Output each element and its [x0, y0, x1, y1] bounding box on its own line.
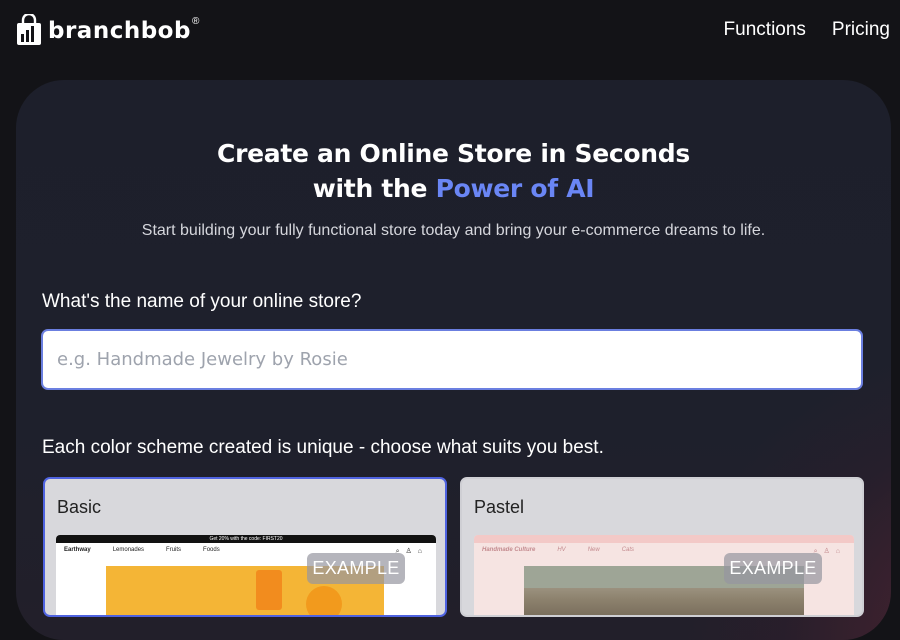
- registered-mark: ®: [191, 16, 200, 27]
- preview-orange-shape: [306, 586, 342, 615]
- example-badge: EXAMPLE: [307, 553, 405, 584]
- store-creation-card: Create an Online Store in Seconds with t…: [16, 80, 891, 640]
- preview-nav-item: New: [587, 547, 600, 553]
- color-scheme-name: Pastel: [474, 497, 525, 517]
- hero-title-line2: with the Power of AI: [16, 171, 891, 206]
- preview-nav-item: Lemonades: [112, 547, 145, 553]
- color-scheme-option-basic[interactable]: Basic Get 20% with the code: FIRST20 Ear…: [43, 477, 447, 617]
- hero-title: Create an Online Store in Seconds with t…: [16, 136, 891, 206]
- preview-nav-item: Cats: [621, 547, 635, 553]
- top-navigation-bar: branchbob ® Functions Pricing: [0, 0, 900, 62]
- preview-bottle-shape: [256, 570, 282, 610]
- color-scheme-label: Each color scheme created is unique - ch…: [42, 437, 604, 458]
- color-scheme-name: Basic: [57, 497, 102, 517]
- preview-banner: [474, 535, 854, 543]
- main-nav: Functions Pricing: [724, 19, 890, 41]
- brand-name: branchbob: [48, 18, 191, 44]
- hero-subtitle: Start building your fully functional sto…: [141, 222, 766, 239]
- preview-banner: Get 20% with the code: FIRST20: [56, 535, 436, 543]
- brand-logo[interactable]: branchbob ®: [16, 14, 199, 46]
- hero-title-line1: Create an Online Store in Seconds: [217, 139, 690, 168]
- preview-nav-item: HV: [557, 547, 566, 553]
- store-name-input[interactable]: [41, 329, 863, 390]
- preview-nav-item: Fruits: [166, 547, 182, 553]
- nav-link-pricing[interactable]: Pricing: [832, 19, 890, 41]
- preview-shop-name: Earthway: [64, 547, 91, 553]
- example-badge: EXAMPLE: [724, 553, 822, 584]
- hero-title-prefix: with the: [312, 174, 436, 203]
- nav-link-functions[interactable]: Functions: [724, 19, 806, 41]
- shopping-bag-logo-icon: [17, 14, 41, 45]
- preview-nav-item: Foods: [203, 547, 220, 553]
- hero-title-accent: Power of AI: [435, 174, 595, 203]
- store-name-label: What's the name of your online store?: [42, 291, 362, 312]
- preview-shop-name: Handmade Culture: [482, 547, 536, 553]
- color-scheme-option-pastel[interactable]: Pastel Handmade Culture HV New Cats ⌕♙⌂ …: [460, 477, 864, 617]
